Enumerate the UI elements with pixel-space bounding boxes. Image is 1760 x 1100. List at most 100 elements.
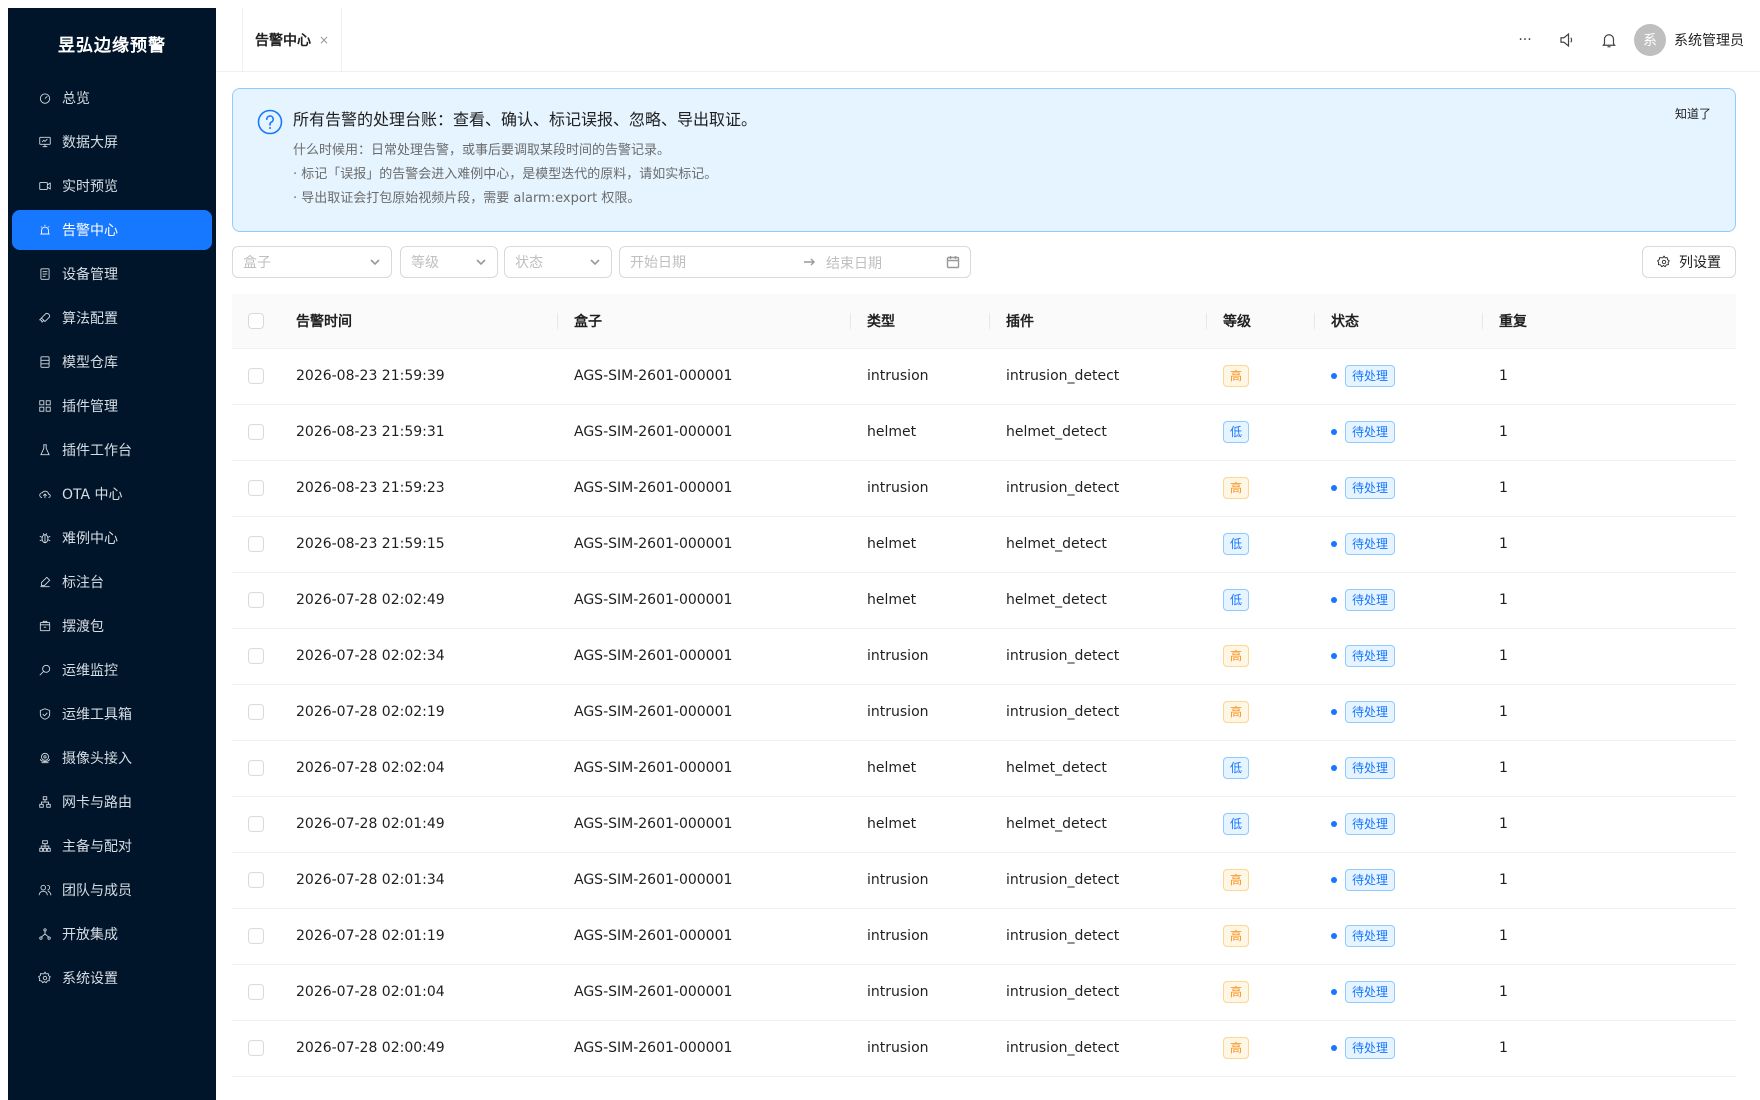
table-row[interactable]: 2026-08-23 21:59:15 AGS-SIM-2601-000001 he…: [232, 516, 1736, 573]
status-select[interactable]: 状态: [504, 246, 612, 278]
box-id: AGS-SIM-2601-000001: [558, 628, 851, 685]
row-checkbox[interactable]: [248, 816, 264, 832]
row-checkbox[interactable]: [248, 704, 264, 720]
sidebar-item[interactable]: 总览: [12, 78, 212, 118]
sidebar-item[interactable]: 团队与成员: [12, 870, 212, 910]
sidebar-item-label: 系统设置: [62, 971, 118, 987]
sidebar-item[interactable]: 摄像头接入: [12, 738, 212, 778]
sidebar-item[interactable]: 数据大屏: [12, 122, 212, 162]
box-select[interactable]: 盒子: [232, 246, 392, 278]
level-cell: 高: [1207, 628, 1315, 685]
sidebar-item[interactable]: 运维监控: [12, 650, 212, 690]
repeat-count: 1: [1483, 908, 1736, 965]
row-checkbox[interactable]: [248, 928, 264, 944]
sidebar-item-label: 插件管理: [62, 399, 118, 415]
level-cell: 高: [1207, 348, 1315, 405]
user-name[interactable]: 系统管理员: [1674, 30, 1744, 50]
sidebar-item[interactable]: 摆渡包: [12, 606, 212, 646]
sidebar-item[interactable]: 实时预览: [12, 166, 212, 206]
alarm-type: intrusion: [851, 964, 990, 1021]
box-id: AGS-SIM-2601-000001: [558, 684, 851, 741]
avatar[interactable]: 系: [1634, 24, 1666, 56]
sidebar-item-label: 团队与成员: [62, 883, 132, 899]
status-cell: 待处理: [1315, 852, 1483, 909]
table-row[interactable]: 2026-07-28 02:02:34 AGS-SIM-2601-000001 in…: [232, 628, 1736, 685]
sidebar-item-label: 插件工作台: [62, 443, 132, 459]
bell-icon[interactable]: [1598, 29, 1620, 51]
row-checkbox[interactable]: [248, 984, 264, 1000]
row-checkbox[interactable]: [248, 872, 264, 888]
sidebar-item[interactable]: 系统设置: [12, 958, 212, 998]
repeat-count: 1: [1483, 852, 1736, 909]
table-row[interactable]: 2026-08-23 21:59:31 AGS-SIM-2601-000001 he…: [232, 404, 1736, 461]
repeat-count: 1: [1483, 964, 1736, 1021]
alarm-time: 2026-08-23 21:59:15: [280, 516, 558, 573]
end-date-input[interactable]: 结束日期: [826, 253, 882, 273]
sidebar-item[interactable]: 运维工具箱: [12, 694, 212, 734]
alarm-time: 2026-08-23 21:59:39: [280, 348, 558, 405]
sidebar-item[interactable]: OTA 中心: [12, 474, 212, 514]
level-tag: 高: [1223, 1037, 1250, 1059]
sidebar-item[interactable]: 模型仓库: [12, 342, 212, 382]
sidebar-item[interactable]: 算法配置: [12, 298, 212, 338]
repeat-count: 1: [1483, 1020, 1736, 1077]
status-cell: 待处理: [1315, 964, 1483, 1021]
filter-bar: 盒子 等级 状态 开始日期 结束日期 列设置: [232, 246, 1736, 280]
select-all-checkbox[interactable]: [248, 312, 264, 329]
arrow-right-icon: [802, 255, 816, 269]
sidebar-item[interactable]: 设备管理: [12, 254, 212, 294]
notice-dismiss-button[interactable]: 知道了: [1675, 105, 1711, 122]
row-checkbox[interactable]: [248, 760, 264, 776]
row-checkbox[interactable]: [248, 424, 264, 440]
start-date-input[interactable]: 开始日期: [630, 252, 686, 272]
tab-label: 告警中心: [255, 33, 311, 49]
box-id: AGS-SIM-2601-000001: [558, 908, 851, 965]
alarm-type: intrusion: [851, 460, 990, 517]
tab-alarm-center[interactable]: 告警中心 ×: [242, 8, 343, 72]
table-row[interactable]: 2026-07-28 02:01:19 AGS-SIM-2601-000001 in…: [232, 908, 1736, 965]
table-row[interactable]: 2026-07-28 02:01:49 AGS-SIM-2601-000001 he…: [232, 796, 1736, 853]
alarm-type: intrusion: [851, 908, 990, 965]
sidebar-item[interactable]: 开放集成: [12, 914, 212, 954]
status-cell: 待处理: [1315, 684, 1483, 741]
row-select-cell: [232, 1020, 280, 1077]
status-cell: 待处理: [1315, 404, 1483, 461]
table-row[interactable]: 2026-07-28 02:00:49 AGS-SIM-2601-000001 in…: [232, 1020, 1736, 1077]
sidebar-item[interactable]: 告警中心: [12, 210, 212, 250]
column-settings-button[interactable]: 列设置: [1642, 246, 1736, 278]
sound-icon[interactable]: [1556, 29, 1578, 51]
table-row[interactable]: 2026-07-28 02:01:04 AGS-SIM-2601-000001 in…: [232, 964, 1736, 1021]
table-row[interactable]: 2026-08-23 21:59:39 AGS-SIM-2601-000001 in…: [232, 348, 1736, 405]
file-search-icon: [38, 663, 52, 677]
date-range-picker[interactable]: 开始日期 结束日期: [619, 246, 971, 278]
sidebar-item[interactable]: 标注台: [12, 562, 212, 602]
row-select-cell: [232, 684, 280, 741]
sidebar-item[interactable]: 插件工作台: [12, 430, 212, 470]
row-checkbox[interactable]: [248, 648, 264, 664]
table-row[interactable]: 2026-07-28 02:02:49 AGS-SIM-2601-000001 he…: [232, 572, 1736, 629]
row-checkbox[interactable]: [248, 536, 264, 552]
rocket-icon: [38, 311, 52, 325]
tab-close-icon[interactable]: ×: [319, 33, 329, 47]
sidebar-item[interactable]: 插件管理: [12, 386, 212, 426]
sidebar-item[interactable]: 难例中心: [12, 518, 212, 558]
more-icon[interactable]: ···: [1514, 29, 1536, 51]
sidebar-item-label: 数据大屏: [62, 135, 118, 151]
row-checkbox[interactable]: [248, 480, 264, 496]
column-settings-label: 列设置: [1679, 255, 1721, 271]
status-dot-icon: [1331, 821, 1337, 827]
sidebar-item[interactable]: 网卡与路由: [12, 782, 212, 822]
row-checkbox[interactable]: [248, 592, 264, 608]
table-row[interactable]: 2026-08-23 21:59:23 AGS-SIM-2601-000001 in…: [232, 460, 1736, 517]
status-badge: 待处理: [1345, 701, 1396, 723]
level-tag: 高: [1223, 701, 1250, 723]
table-row[interactable]: 2026-07-28 02:02:19 AGS-SIM-2601-000001 in…: [232, 684, 1736, 741]
sidebar-item[interactable]: 主备与配对: [12, 826, 212, 866]
alarm-time: 2026-07-28 02:01:49: [280, 796, 558, 853]
row-checkbox[interactable]: [248, 1040, 264, 1056]
table-row[interactable]: 2026-07-28 02:01:34 AGS-SIM-2601-000001 in…: [232, 852, 1736, 909]
table-row[interactable]: 2026-07-28 02:02:04 AGS-SIM-2601-000001 he…: [232, 740, 1736, 797]
level-select[interactable]: 等级: [400, 246, 498, 278]
row-checkbox[interactable]: [248, 368, 264, 384]
row-select-cell: [232, 348, 280, 405]
